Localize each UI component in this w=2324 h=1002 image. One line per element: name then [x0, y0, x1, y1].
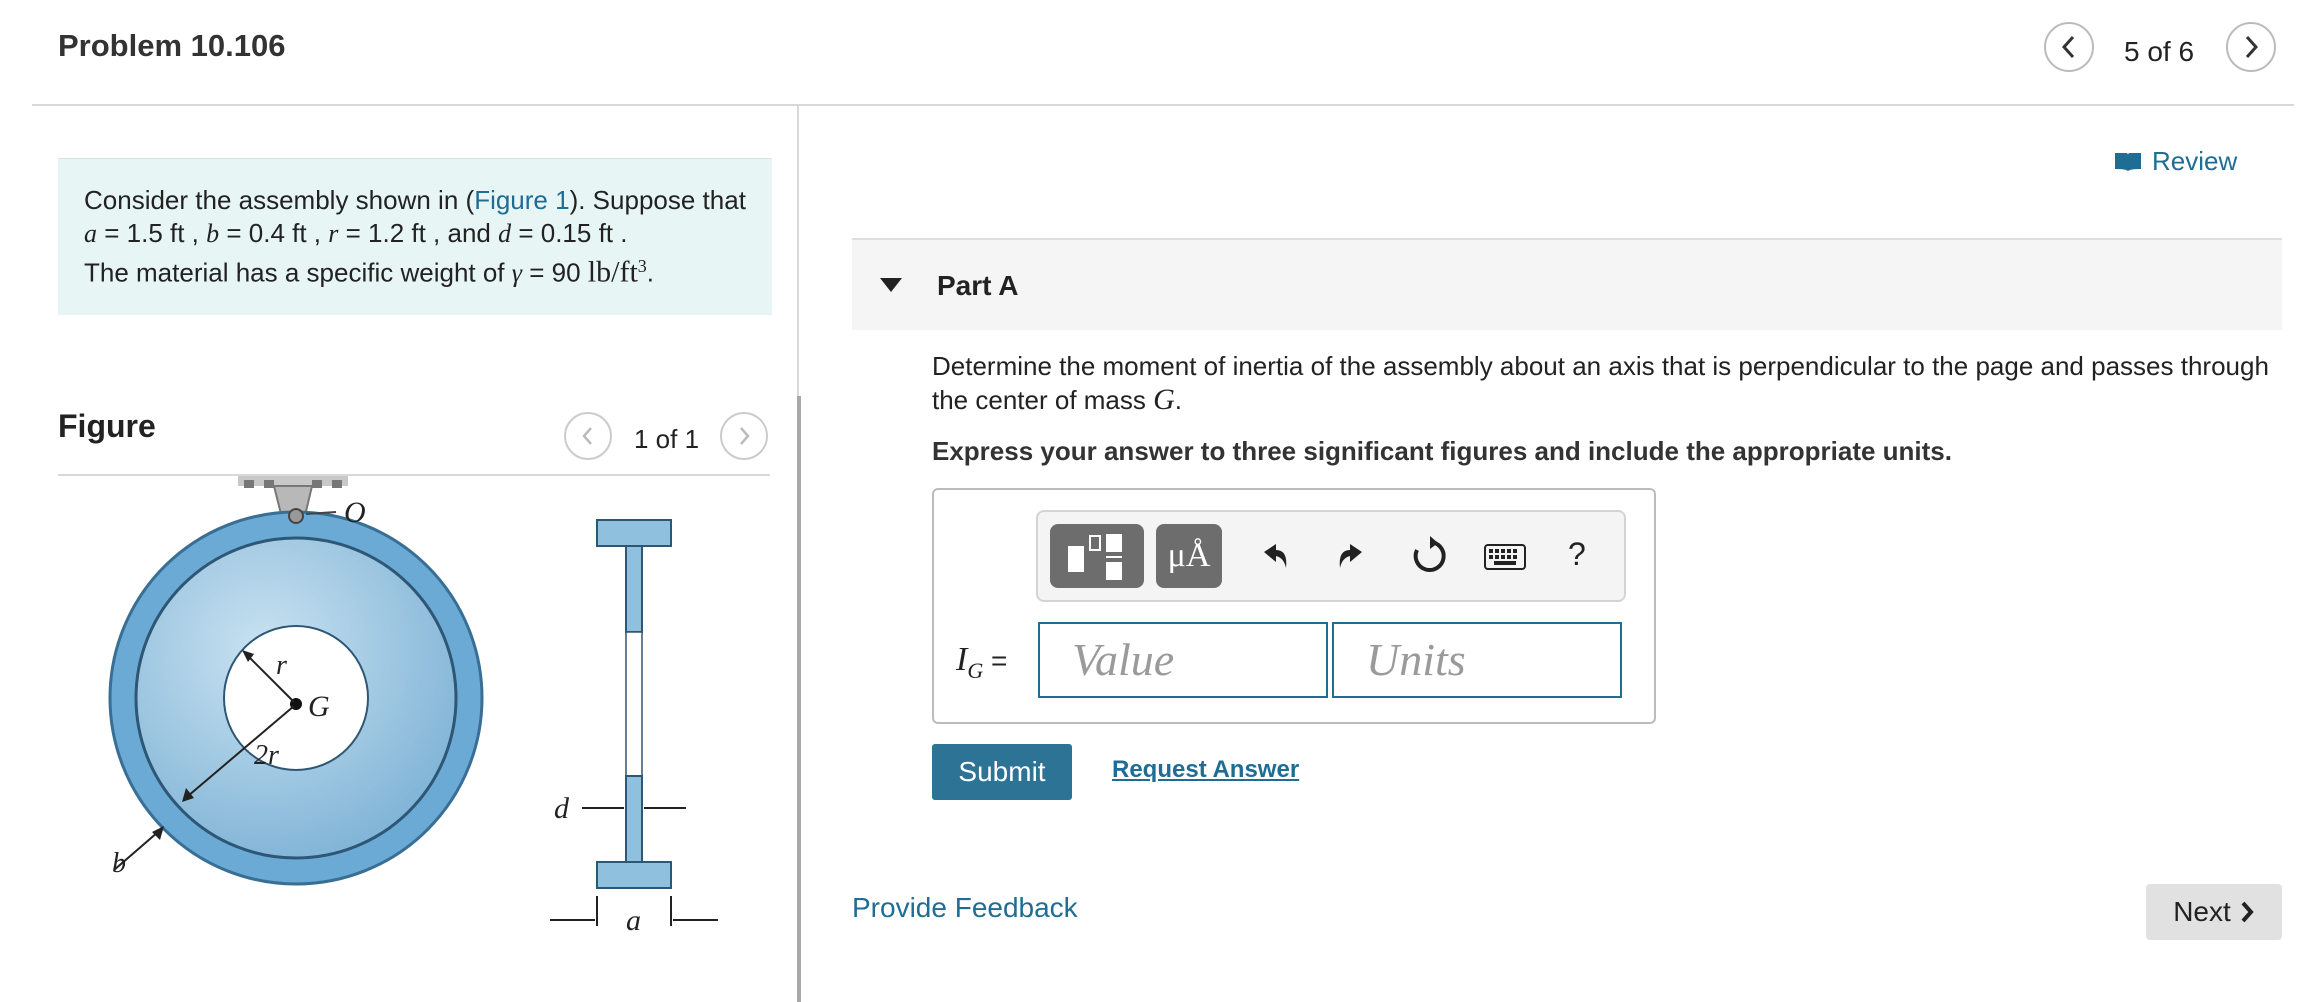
help-button[interactable]: ?: [1568, 536, 1586, 573]
variable-d: d: [498, 219, 512, 248]
side-bottom-flange: [596, 861, 672, 889]
side-hole: [625, 631, 643, 777]
next-problem-button[interactable]: [2226, 22, 2276, 72]
question-end: .: [1174, 385, 1183, 415]
keyboard-icon[interactable]: [1484, 544, 1526, 570]
reset-icon[interactable]: [1410, 536, 1450, 576]
templates-icon: [1068, 534, 1122, 580]
label-2r: 2r: [254, 740, 279, 771]
side-upper-web: [625, 545, 643, 633]
next-label: Next: [2173, 896, 2231, 927]
figure-next-button[interactable]: [720, 412, 768, 460]
problem-pager: 5 of 6: [2124, 36, 2195, 67]
question-body: Determine the moment of inertia of the a…: [932, 351, 2269, 415]
column-resize-handle[interactable]: [797, 396, 801, 1002]
caret-down-icon[interactable]: [878, 276, 904, 294]
label-r: r: [276, 650, 287, 681]
label-b: b: [112, 848, 126, 879]
review-label: Review: [2152, 146, 2238, 176]
value-gamma: = 90: [522, 257, 588, 288]
templates-button[interactable]: [1050, 524, 1144, 588]
side-top-flange: [596, 519, 672, 547]
problem-statement: Consider the assembly shown in (Figure 1…: [84, 185, 746, 289]
book-icon: [2115, 152, 2141, 171]
chevron-left-icon: [2061, 35, 2075, 59]
math-toolbar: μÅ ?: [1036, 510, 1626, 602]
unit-exponent: 3: [637, 256, 647, 276]
problem-title: Problem 10.106: [58, 28, 286, 63]
value-input[interactable]: Value: [1038, 622, 1328, 698]
provide-feedback-link[interactable]: Provide Feedback: [852, 892, 1078, 924]
variable-b: b: [206, 219, 220, 248]
chevron-right-icon: [2245, 35, 2259, 59]
statement-text: The material has a specific weight of: [84, 257, 512, 288]
header-divider: [32, 104, 2294, 106]
undo-icon[interactable]: [1256, 538, 1292, 574]
chevron-right-icon: [740, 427, 750, 445]
equals-sign: =: [983, 645, 1008, 676]
side-lower-web: [625, 775, 643, 863]
chevron-right-icon: [2241, 901, 2254, 923]
units-button[interactable]: μÅ: [1156, 524, 1222, 588]
value-a: = 1.5 ft: [97, 218, 185, 248]
pin: [288, 508, 304, 524]
subscript-G: G: [967, 657, 984, 683]
variable-a: a: [84, 219, 97, 248]
chevron-left-icon: [582, 427, 592, 445]
value-b: = 0.4 ft: [219, 218, 307, 248]
variable-G: G: [1153, 383, 1175, 416]
answer-instructions: Express your answer to three significant…: [932, 436, 1952, 466]
part-a-header[interactable]: [852, 240, 2282, 330]
figure-link[interactable]: Figure 1: [474, 185, 569, 215]
redo-icon[interactable]: [1334, 538, 1370, 574]
statement-text: Consider the assembly shown in (: [84, 185, 475, 215]
review-link[interactable]: Review: [2114, 146, 2237, 177]
label-a: a: [626, 904, 641, 937]
value-r: = 1.2 ft: [338, 218, 426, 248]
label-O: O: [344, 496, 366, 529]
figure-prev-button[interactable]: [564, 412, 612, 460]
answer-variable-label: IG =: [956, 640, 1007, 684]
submit-button[interactable]: Submit: [932, 744, 1072, 800]
assembly-figure: O G r 2r b d a: [108, 476, 718, 937]
variable-gamma: γ: [511, 258, 523, 288]
label-G: G: [308, 690, 330, 723]
part-title: Part A: [937, 270, 1019, 301]
variable-I: I: [956, 641, 968, 678]
variable-r: r: [328, 219, 339, 248]
units-input[interactable]: Units: [1332, 622, 1622, 698]
request-answer-link[interactable]: Request Answer: [1112, 756, 1299, 784]
statement-text: .: [646, 257, 655, 288]
next-button[interactable]: Next: [2146, 884, 2282, 940]
question-text: Determine the moment of inertia of the a…: [932, 350, 2282, 417]
support-plate: [238, 476, 348, 486]
value-d: = 0.15 ft .: [511, 218, 628, 248]
previous-problem-button[interactable]: [2044, 22, 2094, 72]
figure-heading: Figure: [58, 408, 156, 444]
thickness-b-arrowhead: [152, 826, 164, 840]
statement-text: , and: [425, 218, 499, 248]
label-d: d: [554, 792, 570, 825]
figure-pager: 1 of 1: [634, 424, 700, 454]
statement-text: ). Suppose that: [569, 185, 746, 215]
unit-gamma: lb/ft: [587, 255, 638, 289]
